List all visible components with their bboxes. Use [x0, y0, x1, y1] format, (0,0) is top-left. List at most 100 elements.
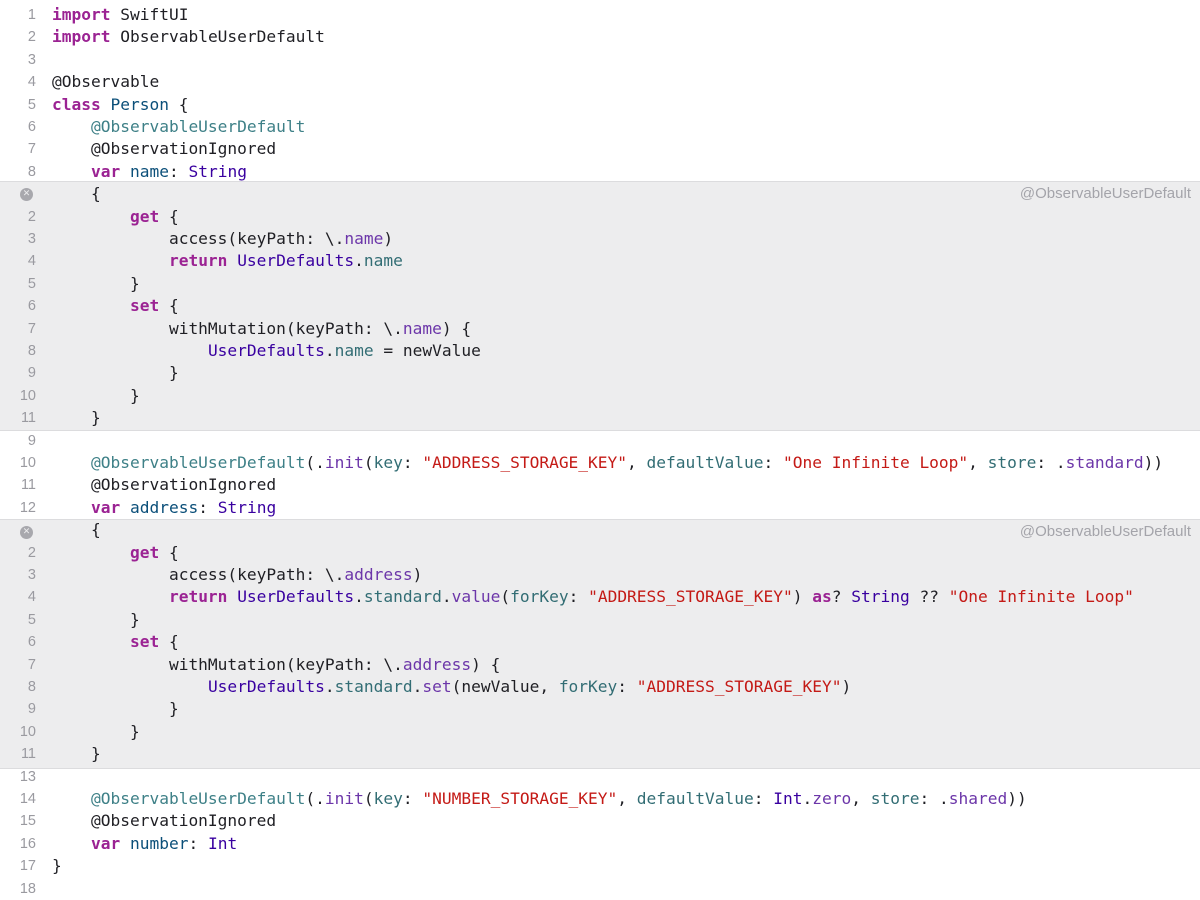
code-text: @ObservableUserDefault(.init(key: "ADDRE…	[52, 452, 1163, 474]
code-line[interactable]: 11 }	[0, 743, 1200, 765]
code-line[interactable]: 3 access(keyPath: \.address)	[0, 564, 1200, 586]
code-line[interactable]: 12 var address: String	[0, 497, 1200, 519]
code-line[interactable]: 14 @ObservableUserDefault(.init(key: "NU…	[0, 788, 1200, 810]
code-line[interactable]: 5 }	[0, 609, 1200, 631]
code-line[interactable]: 9	[0, 430, 1200, 452]
code-line[interactable]: 3	[0, 49, 1200, 71]
code-line[interactable]: 11 @ObservationIgnored	[0, 474, 1200, 496]
code-token: (newValue,	[451, 677, 559, 696]
code-line[interactable]: 3 access(keyPath: \.name)	[0, 228, 1200, 250]
code-line[interactable]: 15 @ObservationIgnored	[0, 810, 1200, 832]
code-token: forKey	[558, 677, 618, 696]
line-number: 13	[19, 768, 36, 785]
code-token: ?	[831, 587, 852, 607]
line-number: 7	[27, 656, 36, 673]
line-number: 10	[19, 723, 36, 740]
code-line[interactable]: 6 set {	[0, 295, 1200, 317]
code-token: import	[52, 5, 111, 24]
code-line[interactable]: 5 class Person {	[0, 94, 1200, 116]
code-line[interactable]: 1 import SwiftUI	[0, 4, 1200, 26]
code-text: }	[52, 743, 101, 765]
code-token: @ObservableUserDefault	[90, 789, 306, 808]
code-text: access(keyPath: \.name)	[52, 228, 393, 250]
code-token: ObservableUserDefault	[110, 27, 325, 47]
code-line[interactable]: 11 }	[0, 407, 1200, 429]
code-token: .	[441, 587, 452, 607]
code-line[interactable]: 7 @ObservationIgnored	[0, 138, 1200, 160]
code-text: set {	[52, 631, 179, 653]
code-token: address	[402, 654, 472, 674]
code-line[interactable]: 8 UserDefaults.standard.set(newValue, fo…	[0, 676, 1200, 698]
code-token: defaultValue	[636, 789, 754, 808]
code-line[interactable]: 9 }	[0, 698, 1200, 720]
line-number: 2	[27, 29, 36, 46]
code-line[interactable]: 10 @ObservableUserDefault(.init(key: "AD…	[0, 452, 1200, 474]
code-token: = newValue	[373, 341, 481, 360]
code-line[interactable]: 2 import ObservableUserDefault	[0, 26, 1200, 48]
code-token: name	[334, 341, 374, 360]
line-number: 9	[27, 432, 36, 449]
code-line[interactable]: 8 UserDefaults.name = newValue	[0, 340, 1200, 362]
code-text: {	[52, 519, 101, 541]
code-line[interactable]: 10 }	[0, 385, 1200, 407]
code-line[interactable]: 2 get {	[0, 542, 1200, 564]
code-line[interactable]: 13	[0, 766, 1200, 788]
code-token: (.	[305, 789, 325, 808]
code-token: .	[324, 677, 335, 696]
code-token: @ObservationIgnored	[52, 475, 277, 495]
code-text: var number: Int	[52, 833, 237, 855]
code-line[interactable]: 17}	[0, 855, 1200, 877]
code-token: standard	[363, 587, 442, 607]
code-token: return	[168, 587, 228, 607]
code-line[interactable]: 4 return UserDefaults.name	[0, 250, 1200, 272]
code-token: .	[802, 789, 813, 808]
code-text: }	[52, 855, 62, 877]
code-line[interactable]: 7 withMutation(keyPath: \.address) {	[0, 654, 1200, 676]
code-line[interactable]: 9 }	[0, 362, 1200, 384]
code-token: @ObservationIgnored	[52, 811, 277, 831]
line-number: 11	[20, 746, 36, 763]
code-token: get	[129, 542, 160, 562]
code-token: store	[987, 453, 1037, 472]
code-token: init	[324, 789, 364, 808]
code-token: }	[52, 744, 101, 764]
line-number: 4	[27, 253, 36, 270]
code-line[interactable]: 6 set {	[0, 631, 1200, 653]
code-line[interactable]: 10 }	[0, 721, 1200, 743]
code-line[interactable]: {	[0, 183, 1200, 205]
code-text: }	[52, 385, 140, 407]
code-line[interactable]: 6 @ObservableUserDefault	[0, 116, 1200, 138]
code-token: init	[324, 453, 364, 472]
code-editor[interactable]: ✕ @ObservableUserDefault ✕ @ObservableUs…	[0, 0, 1200, 897]
code-token: (	[500, 587, 511, 607]
code-line[interactable]: {	[0, 519, 1200, 541]
code-text: @ObservationIgnored	[52, 810, 276, 832]
code-line[interactable]: 18	[0, 878, 1200, 900]
code-token: as	[812, 587, 832, 607]
line-number: 17	[19, 858, 36, 875]
code-token: number	[129, 833, 189, 853]
code-token: String	[851, 587, 910, 607]
code-token: "ADDRESS_STORAGE_KEY"	[422, 453, 628, 472]
code-token: UserDefaults	[207, 677, 325, 696]
code-text: @ObservationIgnored	[52, 474, 276, 496]
code-line[interactable]: 4 @Observable	[0, 71, 1200, 93]
code-line[interactable]: 16 var number: Int	[0, 833, 1200, 855]
code-line[interactable]: 7 withMutation(keyPath: \.name) {	[0, 318, 1200, 340]
code-token: value	[451, 587, 501, 607]
code-token: Int	[773, 789, 803, 808]
code-text: return UserDefaults.standard.value(forKe…	[52, 586, 1134, 608]
code-line[interactable]: 8 var name: String	[0, 161, 1200, 183]
line-number: 5	[27, 611, 36, 628]
code-token: class	[52, 94, 101, 114]
code-token: :	[617, 677, 637, 696]
code-line[interactable]: 5 }	[0, 273, 1200, 295]
code-token: : .	[1036, 453, 1066, 472]
code-line[interactable]: 4 return UserDefaults.standard.value(for…	[0, 586, 1200, 608]
code-token: {	[52, 184, 101, 204]
code-text: }	[52, 721, 140, 743]
code-line[interactable]: 2 get {	[0, 206, 1200, 228]
